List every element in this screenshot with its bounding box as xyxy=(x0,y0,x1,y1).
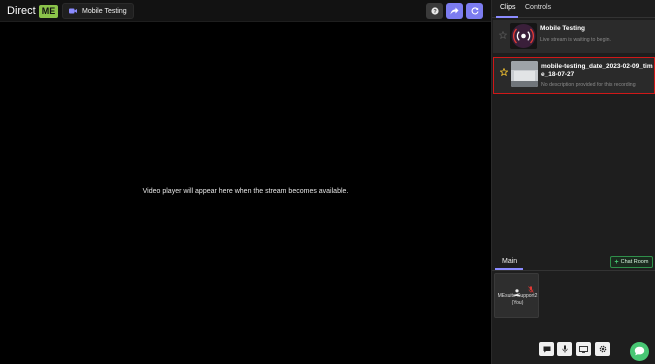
plus-icon: + xyxy=(614,258,619,266)
star-icon[interactable] xyxy=(499,63,509,77)
floating-chat-button[interactable] xyxy=(630,342,649,361)
star-icon[interactable] xyxy=(498,26,508,40)
logo-badge: ME xyxy=(38,4,59,18)
tab-controls[interactable]: Controls xyxy=(525,4,551,11)
top-bar: Direct ME Mobile Testing ? xyxy=(0,0,491,22)
chat-room-label: Chat Room xyxy=(620,259,649,265)
clip-title: mobile-testing_date_2023-02-09_time_18-0… xyxy=(541,63,653,78)
mic-button[interactable] xyxy=(557,342,572,356)
participant-tile[interactable]: MEsuite Support2 (You) xyxy=(494,273,539,318)
broadcast-icon xyxy=(510,23,537,49)
panel-tabs: Clips Controls xyxy=(492,0,655,18)
help-button[interactable]: ? xyxy=(426,3,443,19)
screen-share-icon xyxy=(579,340,588,358)
video-placeholder-message: Video player will appear here when the s… xyxy=(142,188,349,195)
stream-title-chip[interactable]: Mobile Testing xyxy=(62,3,134,19)
clip-item[interactable]: Mobile Testing Live stream is waiting to… xyxy=(493,20,655,53)
logo-text: Direct xyxy=(7,5,36,17)
question-icon: ? xyxy=(430,2,439,20)
clip-item-selected[interactable]: mobile-testing_date_2023-02-09_time_18-0… xyxy=(493,57,655,94)
clip-thumbnail xyxy=(510,23,537,49)
chat-room-button[interactable]: + Chat Room xyxy=(610,256,653,268)
refresh-button[interactable] xyxy=(466,3,483,19)
participant-name: MEsuite Support2 (You) xyxy=(497,293,538,306)
clip-description: No description provided for this recordi… xyxy=(541,82,636,88)
settings-icon xyxy=(599,340,607,358)
tab-main[interactable]: Main xyxy=(502,258,517,265)
clip-description: Live stream is waiting to begin. xyxy=(540,37,611,43)
share-button[interactable] xyxy=(446,3,463,19)
video-camera-icon xyxy=(69,8,77,14)
clip-thumbnail xyxy=(511,61,538,87)
chat-bubble-icon xyxy=(634,343,645,361)
chat-button[interactable] xyxy=(539,342,554,356)
divider xyxy=(492,270,655,271)
settings-button[interactable] xyxy=(595,342,610,356)
video-player-area[interactable]: Video player will appear here when the s… xyxy=(0,22,491,364)
clip-title: Mobile Testing xyxy=(540,25,586,32)
tab-clips[interactable]: Clips xyxy=(500,4,516,11)
side-panel: Clips Controls Mobile Testing Live strea… xyxy=(491,0,655,364)
user-icon xyxy=(514,283,520,296)
active-tab-indicator xyxy=(496,16,518,18)
refresh-icon xyxy=(471,2,479,20)
stream-title-text: Mobile Testing xyxy=(82,7,127,15)
mic-muted-icon xyxy=(528,280,534,293)
screen-share-button[interactable] xyxy=(576,342,591,356)
chat-icon xyxy=(543,340,551,358)
share-arrow-icon xyxy=(450,2,459,20)
mic-icon xyxy=(561,340,568,358)
app-logo[interactable]: Direct ME xyxy=(7,4,59,18)
